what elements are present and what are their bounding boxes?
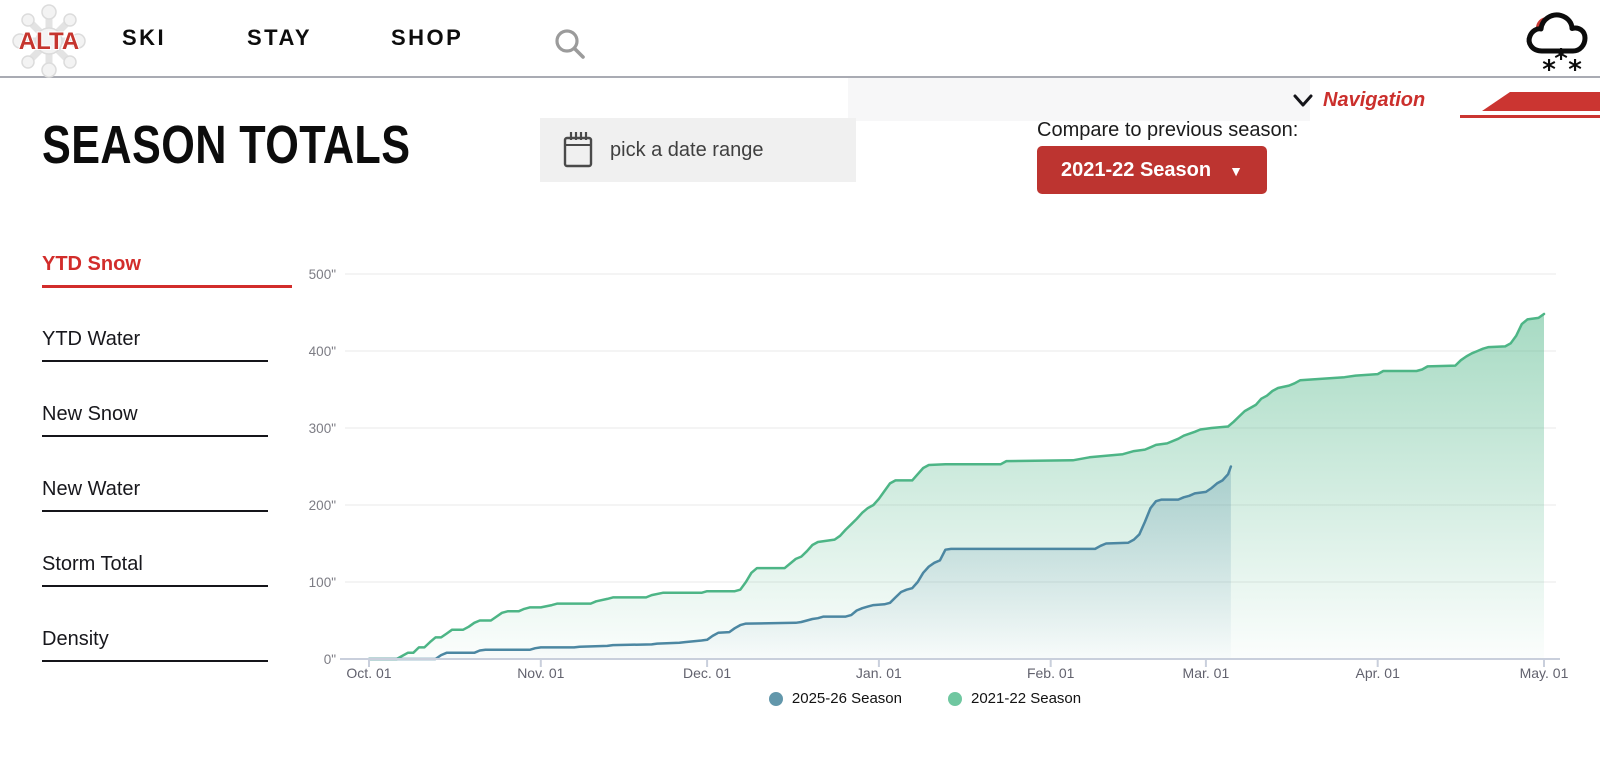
y-tick-label: 300" bbox=[309, 421, 337, 436]
legend-label-2025-26: 2025-26 Season bbox=[792, 690, 902, 707]
tab-ytd-snow[interactable]: YTD Snow bbox=[42, 253, 292, 288]
x-tick-label: Jan. 01 bbox=[856, 665, 902, 681]
dropdown-arrow-icon: ▼ bbox=[1229, 163, 1243, 179]
calendar-icon bbox=[562, 131, 594, 169]
chevron-down-icon bbox=[1293, 94, 1313, 108]
tab-new-snow[interactable]: New Snow bbox=[42, 403, 268, 437]
page-title: SEASON TOTALS bbox=[42, 116, 410, 175]
search-icon[interactable] bbox=[552, 26, 588, 62]
x-tick-label: Oct. 01 bbox=[346, 665, 391, 681]
date-range-picker-button[interactable]: pick a date range bbox=[540, 118, 856, 182]
subheader-shade-band bbox=[848, 76, 1310, 121]
y-tick-label: 0" bbox=[324, 652, 337, 667]
compare-season-label: Compare to previous season: bbox=[1037, 119, 1298, 142]
alta-season-totals-page: ALTA SKI STAY SHOP * * * Navigation SEAS… bbox=[0, 0, 1600, 760]
snowflake-icon: ALTA bbox=[12, 4, 86, 78]
y-tick-label: 200" bbox=[309, 498, 337, 513]
tab-new-water[interactable]: New Water bbox=[42, 478, 268, 512]
svg-text:*: * bbox=[1542, 55, 1556, 73]
y-tick-label: 100" bbox=[309, 575, 337, 590]
legend-item-2021-22[interactable]: 2021-22 Season bbox=[948, 690, 1081, 707]
y-tick-label: 500" bbox=[309, 267, 337, 282]
x-tick-label: Mar. 01 bbox=[1183, 665, 1230, 681]
red-accent-bar bbox=[1482, 92, 1600, 111]
navigation-toggle[interactable]: Navigation bbox=[1293, 89, 1425, 112]
x-tick-label: Feb. 01 bbox=[1027, 665, 1075, 681]
alta-logo[interactable]: ALTA bbox=[12, 4, 86, 78]
x-tick-label: Dec. 01 bbox=[683, 665, 731, 681]
red-accent-line bbox=[1460, 115, 1600, 118]
chart-legend: 2025-26 Season 2021-22 Season bbox=[285, 690, 1565, 707]
x-tick-label: Apr. 01 bbox=[1356, 665, 1401, 681]
x-tick-label: May. 01 bbox=[1520, 665, 1569, 681]
tab-density[interactable]: Density bbox=[42, 628, 268, 662]
tab-storm-total[interactable]: Storm Total bbox=[42, 553, 268, 587]
date-range-label: pick a date range bbox=[610, 139, 763, 162]
nav-link-stay[interactable]: STAY bbox=[247, 0, 312, 76]
y-tick-label: 400" bbox=[309, 344, 337, 359]
site-header: ALTA SKI STAY SHOP * * * bbox=[0, 0, 1600, 78]
tab-ytd-water[interactable]: YTD Water bbox=[42, 328, 268, 362]
season-select-dropdown[interactable]: 2021-22 Season ▼ bbox=[1037, 146, 1267, 194]
legend-dot-2025-26 bbox=[769, 692, 783, 706]
season-select-value: 2021-22 Season bbox=[1061, 159, 1211, 182]
x-tick-label: Nov. 01 bbox=[517, 665, 564, 681]
svg-text:*: * bbox=[1568, 55, 1582, 73]
alta-logo-text: ALTA bbox=[19, 28, 79, 55]
snow-cloud-icon[interactable]: * * * bbox=[1518, 9, 1594, 73]
legend-item-2025-26[interactable]: 2025-26 Season bbox=[769, 690, 902, 707]
svg-text:*: * bbox=[1554, 44, 1568, 73]
nav-link-ski[interactable]: SKI bbox=[122, 0, 166, 76]
season-totals-chart[interactable]: 0" 100" 200" 300" 400" 500" Oct. 01 Nov. 01 Dec.… bbox=[300, 250, 1600, 685]
legend-label-2021-22: 2021-22 Season bbox=[971, 690, 1081, 707]
navigation-label: Navigation bbox=[1323, 89, 1425, 112]
legend-dot-2021-22 bbox=[948, 692, 962, 706]
nav-link-shop[interactable]: SHOP bbox=[391, 0, 463, 76]
